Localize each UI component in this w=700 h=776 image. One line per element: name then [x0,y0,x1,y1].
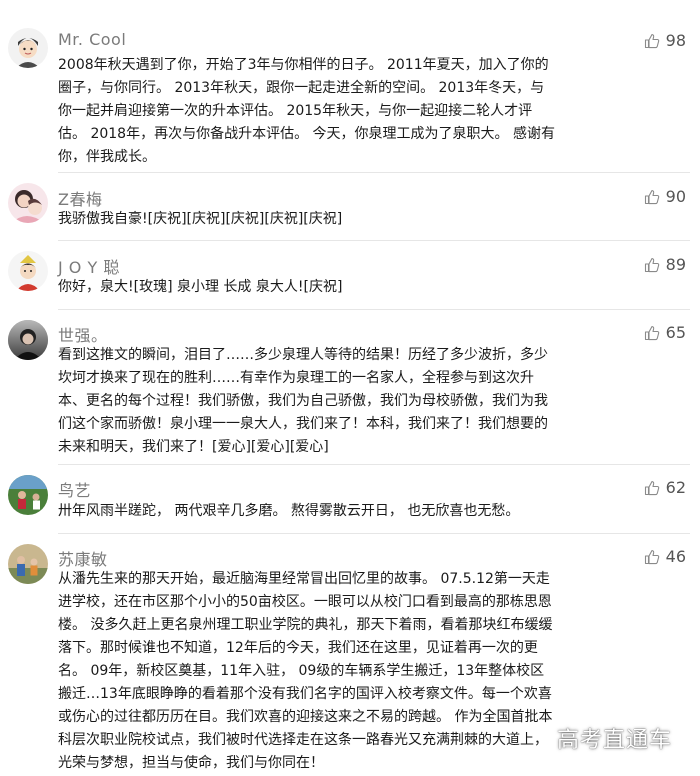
avatar-cartoon-red-icon [8,251,48,291]
avatar[interactable] [8,475,48,515]
thumbs-up-icon [644,189,659,204]
like-count: 89 [665,255,686,274]
thumbs-up-icon [644,257,659,272]
comment-text: 2008年秋天遇到了你，开始了3年与你相伴的日子。 2011年夏天，加入了你的圈… [58,57,555,165]
commenter-name[interactable]: 鸟艺 [58,477,91,501]
avatar-dark-person-icon [8,320,48,360]
thumbs-up-icon [644,33,659,48]
watermark: 高考直通车 [556,728,672,753]
commenter-name[interactable]: Z春梅 [58,186,102,210]
divider [58,533,690,534]
avatar-family-photo-icon [8,544,48,584]
divider [58,309,690,310]
avatar-mother-child-icon [8,183,48,223]
divider [58,172,690,173]
comment-text: 从潘先生来的那天开始，最近脑海里经常冒出回忆里的故事。 07.5.12第一天走进… [58,571,553,771]
like-count: 46 [665,547,686,566]
like-button[interactable]: 98 [644,31,686,50]
avatar[interactable] [8,183,48,223]
like-button[interactable]: 65 [644,323,686,342]
avatar[interactable] [8,544,48,584]
commenter-name[interactable]: 世强。 [58,322,108,346]
like-button[interactable]: 89 [644,255,686,274]
avatar[interactable] [8,251,48,291]
divider [58,464,690,465]
comment-text: 看到这推文的瞬间，泪目了……多少泉理人等待的结果！历经了多少波折，多少坎坷才换来… [58,347,548,455]
avatar-sports-field-icon [8,475,48,515]
comment-text: 卅年风雨半蹉跎， 两代艰辛几多磨。 熬得雾散云开日， 也无欣喜也无愁。 [58,503,520,519]
like-button[interactable]: 62 [644,478,686,497]
thumbs-up-icon [644,549,659,564]
avatar-cartoon-boy-icon [8,28,48,68]
comment-text: 你好，泉大![玫瑰] 泉小理 长成 泉大人![庆祝] [58,279,343,295]
like-button[interactable]: 46 [644,547,686,566]
avatar[interactable] [8,28,48,68]
thumbs-up-icon [644,480,659,495]
like-count: 65 [665,323,686,342]
like-button[interactable]: 90 [644,187,686,206]
commenter-name[interactable]: Mr. Cool [58,30,126,49]
thumbs-up-icon [644,325,659,340]
like-count: 62 [665,478,686,497]
commenter-name[interactable]: J O Y 聪 [58,254,120,278]
comment-text: 我骄傲我自豪![庆祝][庆祝][庆祝][庆祝][庆祝] [58,211,343,227]
like-count: 98 [665,31,686,50]
divider [58,240,690,241]
avatar[interactable] [8,320,48,360]
like-count: 90 [665,187,686,206]
commenter-name[interactable]: 苏康敏 [58,546,108,570]
